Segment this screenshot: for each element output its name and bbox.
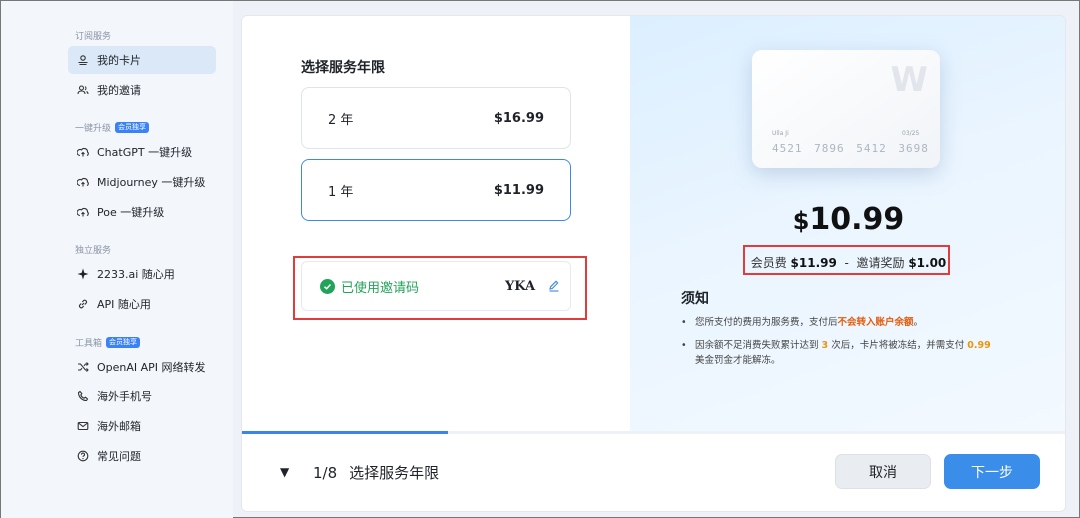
step-indicator: 1/8 选择服务年限 — [313, 462, 439, 483]
card-number: 4521 7896 5412 3698 — [772, 142, 929, 155]
sidebar-item-api[interactable]: API 随心用 — [68, 290, 216, 318]
mail-icon — [77, 420, 89, 432]
sidebar-item-mail[interactable]: 海外邮箱 — [68, 412, 216, 440]
users-icon — [77, 84, 89, 96]
shuffle-icon — [77, 361, 89, 373]
sidebar-item-chatgpt[interactable]: ChatGPT 一键升级 — [68, 138, 216, 166]
plan-option-2-years[interactable]: 2 年 $16.99 — [301, 87, 571, 149]
notice-item: • 您所支付的费用为服务费，支付后不会转入账户余额。 — [681, 317, 924, 328]
sidebar-item-label: 我的卡片 — [97, 54, 141, 67]
sidebar-item-my-cards[interactable]: 我的卡片 — [68, 46, 216, 74]
invite-code-applied: 已使用邀请码 YKA — [301, 261, 571, 311]
fee-value: $11.99 — [790, 256, 837, 270]
notice-title: 须知 — [681, 291, 709, 307]
card-expiry: 03/25 — [902, 130, 920, 137]
sidebar-item-label: 海外邮箱 — [97, 420, 141, 433]
card-stack-icon — [77, 54, 89, 66]
sidebar: 订阅服务 我的卡片 我的邀请 一键升级 会员独享 ChatGPT 一键升级 Mi… — [1, 1, 233, 518]
upgrade-icon — [77, 206, 89, 218]
cancel-button[interactable]: 取消 — [835, 454, 931, 489]
sidebar-item-label: Midjourney 一键升级 — [97, 176, 206, 189]
plan-price: $11.99 — [493, 182, 544, 198]
card-logo: W — [890, 60, 927, 100]
sidebar-item-phone[interactable]: 海外手机号 — [68, 382, 216, 410]
invite-code-value: YKA — [505, 278, 536, 294]
sidebar-item-label: OpenAI API 网络转发 — [97, 361, 206, 374]
sidebar-item-label: 我的邀请 — [97, 84, 141, 97]
section-title-toolbox: 工具箱 会员独享 — [75, 336, 141, 349]
check-circle-icon — [320, 278, 335, 294]
plan-duration: 2 年 — [328, 112, 354, 128]
question-icon — [77, 450, 89, 462]
currency-symbol: $ — [792, 207, 810, 235]
phone-icon — [77, 390, 89, 402]
sidebar-item-label: 常见问题 — [97, 450, 141, 463]
sidebar-item-label: Poe 一键升级 — [97, 206, 165, 219]
step-label: 选择服务年限 — [349, 464, 440, 482]
sparkle-icon — [77, 268, 89, 280]
sidebar-item-my-invites[interactable]: 我的邀请 — [68, 76, 216, 104]
fee-breakdown: 会员费 $11.99 - 邀请奖励 $1.00 — [630, 254, 1065, 271]
plan-option-1-year[interactable]: 1 年 $11.99 — [301, 159, 571, 221]
plan-price: $16.99 — [493, 110, 544, 126]
sidebar-item-poe[interactable]: Poe 一键升级 — [68, 198, 216, 226]
sidebar-item-faq[interactable]: 常见问题 — [68, 442, 216, 470]
sidebar-item-2233ai[interactable]: 2233.ai 随心用 — [68, 260, 216, 288]
plan-duration: 1 年 — [328, 184, 354, 200]
price-amount: 10.99 — [809, 202, 905, 237]
sidebar-item-openai-forward[interactable]: OpenAI API 网络转发 — [68, 353, 216, 381]
invite-status-label: 已使用邀请码 — [341, 280, 420, 296]
triangle-down-icon[interactable]: ▼ — [280, 465, 289, 479]
total-price: $10.99 — [630, 202, 1065, 237]
upgrade-icon — [77, 176, 89, 188]
member-badge: 会员独享 — [106, 337, 141, 348]
member-badge: 会员独享 — [115, 122, 150, 133]
section-title-upgrade: 一键升级 会员独享 — [75, 121, 150, 134]
reward-label: 邀请奖励 — [856, 256, 905, 270]
sidebar-item-midjourney[interactable]: Midjourney 一键升级 — [68, 168, 216, 196]
card-preview: W Ulla Ji 03/25 4521 7896 5412 3698 — [752, 50, 940, 168]
plan-selection-pane: 选择服务年限 2 年 $16.99 1 年 $11.99 已使用邀请码 YKA — [242, 16, 630, 434]
reward-value: $1.00 — [908, 256, 947, 270]
sidebar-item-label: API 随心用 — [97, 298, 151, 311]
order-summary-pane: W Ulla Ji 03/25 4521 7896 5412 3698 $10.… — [630, 16, 1065, 434]
sidebar-item-label: 2233.ai 随心用 — [97, 268, 175, 281]
main-panel: 选择服务年限 2 年 $16.99 1 年 $11.99 已使用邀请码 YKA … — [241, 15, 1066, 512]
step-number: 1/8 — [313, 464, 338, 482]
fee-label: 会员费 — [750, 256, 787, 270]
link-icon — [77, 298, 89, 310]
next-button[interactable]: 下一步 — [944, 454, 1040, 489]
wizard-footer: ▼ 1/8 选择服务年限 取消 下一步 — [242, 434, 1065, 511]
sidebar-item-label: ChatGPT 一键升级 — [97, 146, 193, 159]
section-title-subscription: 订阅服务 — [75, 32, 112, 42]
sidebar-item-label: 海外手机号 — [97, 390, 152, 403]
edit-icon[interactable] — [548, 280, 560, 296]
notice-item: • 因余额不足消费失败累计达到 3 次后，卡片将被冻结，并需支付 0.99 美金罚… — [681, 340, 991, 366]
upgrade-icon — [77, 146, 89, 158]
fee-separator: - — [844, 256, 849, 270]
section-title-standalone: 独立服务 — [75, 246, 112, 256]
card-holder: Ulla Ji — [772, 130, 789, 137]
page-title: 选择服务年限 — [301, 60, 385, 76]
